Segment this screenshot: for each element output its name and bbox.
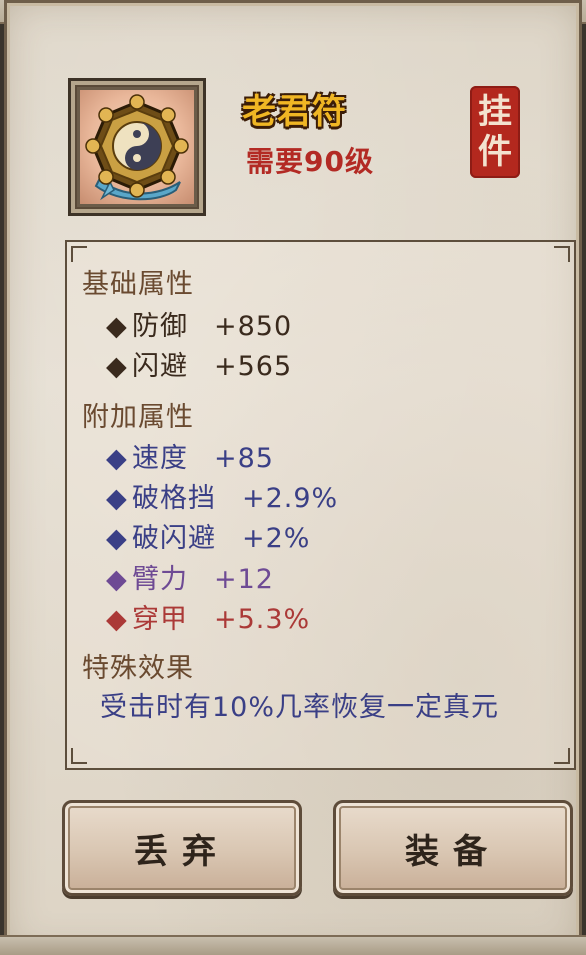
level-requirement: 需要90级 bbox=[246, 145, 374, 178]
extra-attr-row: ◆ 穿甲 +5.3% bbox=[106, 597, 310, 636]
attr-name: 臂力 bbox=[132, 564, 188, 595]
base-attr-row: ◆ 闪避 +565 bbox=[106, 344, 292, 383]
diamond-bullet-icon: ◆ bbox=[106, 443, 128, 474]
corner-ornament bbox=[71, 246, 87, 262]
item-icon-frame bbox=[68, 78, 206, 216]
equip-button-label: 装备 bbox=[405, 831, 501, 872]
discard-button[interactable]: 丢弃 bbox=[62, 800, 302, 896]
diamond-bullet-icon: ◆ bbox=[106, 311, 128, 342]
diamond-bullet-icon: ◆ bbox=[106, 604, 128, 635]
item-name: 老君符 bbox=[242, 92, 347, 132]
extra-attr-row: ◆ 臂力 +12 bbox=[106, 557, 274, 596]
attr-name: 防御 bbox=[132, 311, 188, 342]
attr-value: +565 bbox=[214, 351, 293, 382]
diamond-bullet-icon: ◆ bbox=[106, 483, 128, 514]
special-effect-title: 特殊效果 bbox=[82, 653, 194, 684]
attr-value: +85 bbox=[214, 443, 274, 474]
extra-attr-row: ◆ 速度 +85 bbox=[106, 436, 274, 475]
stamp-char-1: 挂 bbox=[478, 92, 512, 132]
attr-value: +5.3% bbox=[214, 604, 311, 635]
attr-name: 穿甲 bbox=[132, 604, 188, 635]
attr-value: +2% bbox=[242, 523, 311, 554]
attr-name: 速度 bbox=[132, 443, 188, 474]
special-effect-text: 受击时有10%几率恢复一定真元 bbox=[100, 692, 500, 723]
equip-type-stamp: 挂 件 bbox=[470, 86, 520, 178]
extra-attr-row: ◆ 破闪避 +2% bbox=[106, 516, 310, 555]
panel-bottom-edge bbox=[0, 935, 586, 955]
attr-value: +850 bbox=[214, 311, 293, 342]
corner-ornament bbox=[71, 748, 87, 764]
attr-name: 破闪避 bbox=[132, 523, 216, 554]
attr-value: +2.9% bbox=[242, 483, 339, 514]
corner-ornament bbox=[554, 748, 570, 764]
diamond-bullet-icon: ◆ bbox=[106, 351, 128, 382]
stamp-char-2: 件 bbox=[478, 132, 512, 172]
equip-button[interactable]: 装备 bbox=[333, 800, 573, 896]
extra-attr-row: ◆ 破格挡 +2.9% bbox=[106, 476, 338, 515]
base-attr-row: ◆ 防御 +850 bbox=[106, 304, 292, 343]
diamond-bullet-icon: ◆ bbox=[106, 523, 128, 554]
extra-attributes-title: 附加属性 bbox=[82, 402, 194, 433]
attr-name: 闪避 bbox=[132, 351, 188, 382]
attr-name: 破格挡 bbox=[132, 483, 216, 514]
diamond-bullet-icon: ◆ bbox=[106, 564, 128, 595]
base-attributes-title: 基础属性 bbox=[82, 269, 194, 300]
bagua-talisman-icon bbox=[85, 94, 189, 201]
corner-ornament bbox=[554, 246, 570, 262]
discard-button-label: 丢弃 bbox=[134, 831, 230, 872]
attr-value: +12 bbox=[214, 564, 274, 595]
